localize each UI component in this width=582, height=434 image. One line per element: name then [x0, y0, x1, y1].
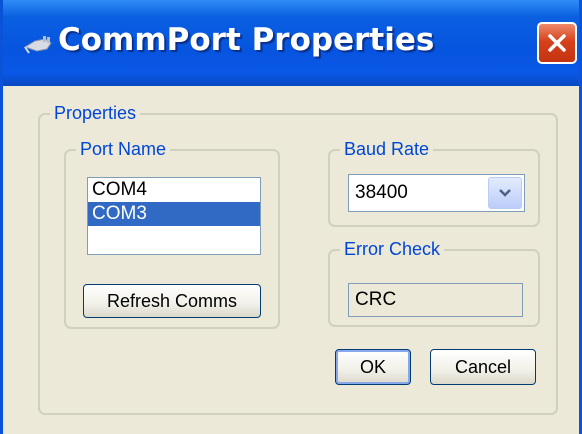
list-item-com3[interactable]: COM3	[88, 202, 260, 226]
close-button[interactable]	[537, 22, 577, 64]
refresh-comms-button[interactable]: Refresh Comms	[83, 284, 261, 318]
error-check-label: Error Check	[344, 239, 441, 259]
ok-button[interactable]: OK	[335, 349, 411, 385]
error-check-field: CRC	[348, 283, 523, 317]
dialog-body: Properties Port Name COM4 COM3 Refresh C…	[3, 86, 579, 434]
baud-rate-select[interactable]: 38400	[348, 174, 525, 212]
port-name-label: Port Name	[80, 139, 167, 159]
error-check-value: CRC	[355, 289, 397, 310]
title-bar[interactable]: CommPort Properties	[3, 0, 579, 86]
commport-properties-dialog: CommPort Properties Properties Port Name…	[0, 0, 582, 434]
list-item-com4[interactable]: COM4	[88, 178, 260, 202]
plug-icon	[23, 33, 53, 55]
properties-group-label: Properties	[54, 103, 137, 123]
dropdown-button[interactable]	[488, 177, 522, 209]
port-name-listbox[interactable]: COM4 COM3	[87, 177, 261, 255]
baud-rate-label: Baud Rate	[344, 139, 430, 159]
window-title: CommPort Properties	[58, 22, 435, 58]
cancel-button[interactable]: Cancel	[430, 349, 536, 385]
close-icon	[548, 34, 566, 52]
chevron-down-icon	[499, 189, 511, 197]
baud-rate-value: 38400	[355, 182, 408, 203]
